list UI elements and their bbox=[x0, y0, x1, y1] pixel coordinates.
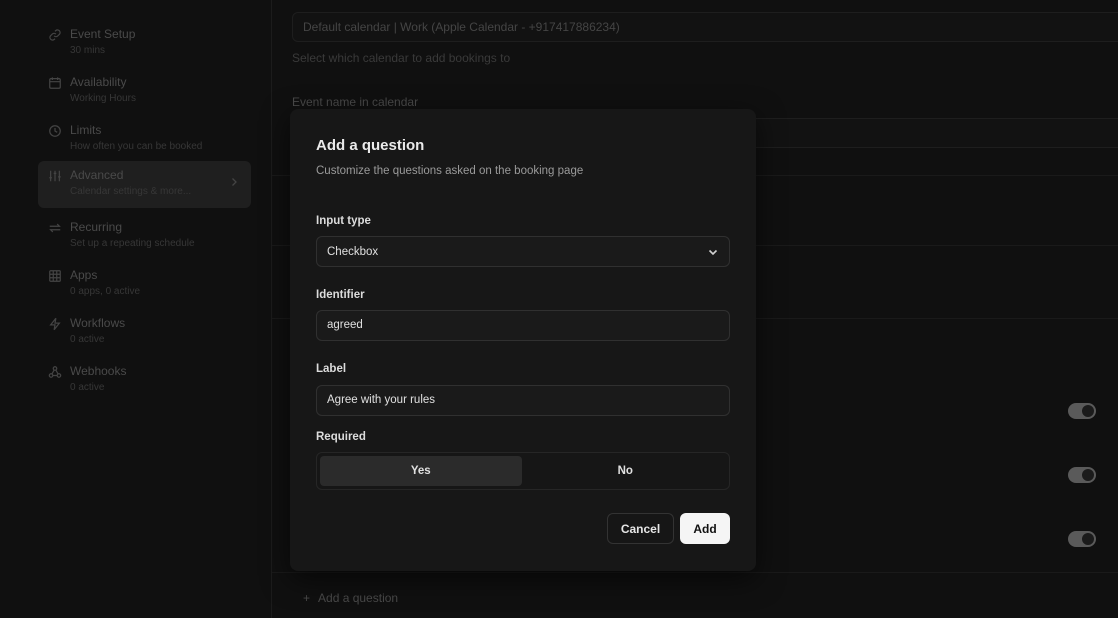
identifier-input[interactable]: agreed bbox=[316, 310, 730, 341]
input-type-select[interactable]: Checkbox bbox=[316, 236, 730, 267]
required-label: Required bbox=[316, 431, 366, 443]
sidebar-item-sub: How often you can be booked bbox=[70, 141, 203, 152]
label-input[interactable]: Agree with your rules bbox=[316, 385, 730, 416]
add-button[interactable]: Add bbox=[680, 513, 730, 544]
calendar-icon bbox=[49, 77, 61, 89]
calendar-select[interactable]: Default calendar | Work (Apple Calendar … bbox=[292, 12, 1118, 42]
sliders-icon bbox=[49, 170, 61, 182]
plus-icon: + bbox=[303, 591, 311, 605]
clock-icon bbox=[49, 125, 61, 137]
required-toggle-group: Yes No bbox=[316, 452, 730, 490]
sidebar-item-title: Advanced bbox=[70, 168, 124, 182]
event-name-label: Event name in calendar bbox=[292, 95, 419, 109]
question-toggle[interactable] bbox=[1068, 531, 1096, 547]
cancel-button[interactable]: Cancel bbox=[607, 513, 674, 544]
webhook-icon bbox=[48, 366, 62, 378]
link-icon bbox=[49, 29, 61, 41]
input-type-label: Input type bbox=[316, 215, 371, 227]
sidebar-item-title: Workflows bbox=[70, 316, 126, 330]
sidebar-item-limits[interactable]: Limits How often you can be booked bbox=[38, 116, 251, 163]
input-type-value: Checkbox bbox=[327, 245, 379, 258]
sidebar-item-title: Apps bbox=[70, 268, 98, 282]
question-toggle[interactable] bbox=[1068, 403, 1096, 419]
sidebar: Event Setup 30 mins Availability Working H… bbox=[0, 0, 272, 618]
required-yes-option[interactable]: Yes bbox=[320, 456, 522, 486]
identifier-label: Identifier bbox=[316, 289, 365, 301]
sidebar-item-apps[interactable]: Apps 0 apps, 0 active bbox=[38, 261, 251, 308]
dialog-subtitle: Customize the questions asked on the boo… bbox=[316, 165, 584, 177]
sidebar-item-sub: Calendar settings & more... bbox=[70, 186, 192, 197]
sidebar-item-sub: 0 apps, 0 active bbox=[70, 286, 141, 297]
sidebar-item-sub: 30 mins bbox=[70, 45, 106, 56]
repeat-icon bbox=[49, 223, 61, 233]
calendar-help-text: Select which calendar to add bookings to bbox=[292, 51, 511, 65]
sidebar-item-recurring[interactable]: Recurring Set up a repeating schedule bbox=[38, 213, 251, 260]
dialog-title: Add a question bbox=[316, 137, 425, 154]
sidebar-item-title: Webhooks bbox=[70, 364, 127, 378]
grid-icon bbox=[49, 270, 61, 282]
chevron-right-icon bbox=[232, 178, 237, 186]
sidebar-item-sub: 0 active bbox=[70, 334, 105, 345]
add-question-link[interactable]: + Add a question bbox=[303, 591, 398, 605]
sidebar-item-event-setup[interactable]: Event Setup 30 mins bbox=[38, 20, 251, 67]
sidebar-item-sub: 0 active bbox=[70, 382, 105, 393]
sidebar-item-title: Recurring bbox=[70, 220, 123, 234]
chevron-down-icon bbox=[708, 249, 718, 255]
sidebar-item-webhooks[interactable]: Webhooks 0 active bbox=[38, 357, 251, 404]
sidebar-item-sub: Working Hours bbox=[70, 93, 136, 104]
sidebar-item-sub: Set up a repeating schedule bbox=[70, 238, 195, 249]
label-label: Label bbox=[316, 363, 347, 375]
add-question-label: Add a question bbox=[318, 591, 399, 605]
sidebar-item-availability[interactable]: Availability Working Hours bbox=[38, 68, 251, 115]
zap-icon bbox=[49, 317, 61, 331]
divider bbox=[272, 572, 1118, 573]
sidebar-item-advanced[interactable]: Advanced Calendar settings & more... bbox=[38, 161, 251, 208]
add-question-dialog: Add a question Customize the questions a… bbox=[290, 109, 756, 571]
required-no-option[interactable]: No bbox=[525, 456, 727, 486]
sidebar-item-title: Event Setup bbox=[70, 27, 136, 41]
question-toggle[interactable] bbox=[1068, 467, 1096, 483]
sidebar-item-title: Availability bbox=[70, 75, 127, 89]
sidebar-item-workflows[interactable]: Workflows 0 active bbox=[38, 309, 251, 356]
sidebar-item-title: Limits bbox=[70, 123, 102, 137]
app-root: Event Setup 30 mins Availability Working H… bbox=[0, 0, 1118, 618]
